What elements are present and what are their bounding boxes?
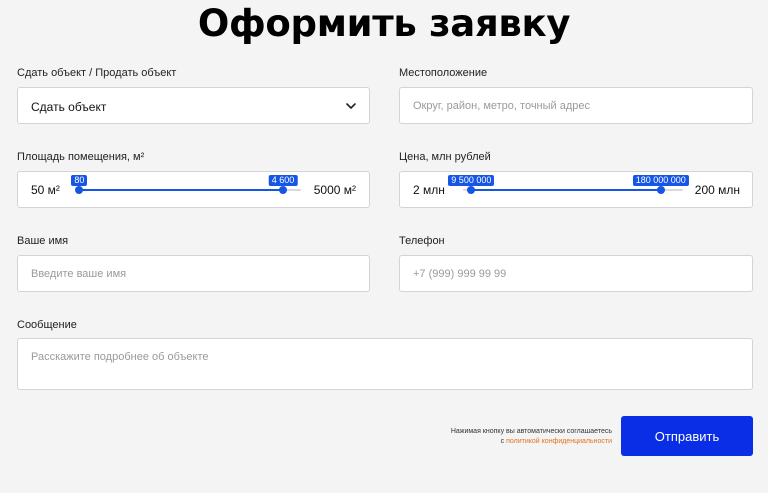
price-range: 2 млн 9 500 000 180 000 000 200 млн [399,171,753,208]
privacy-policy-link[interactable]: политикой конфиденциальности [506,438,612,445]
price-slider-track[interactable]: 9 500 000 180 000 000 [448,175,689,194]
phone-input[interactable] [400,256,752,291]
location-label: Местоположение [399,67,488,79]
price-slider-fill [471,189,661,191]
submit-button[interactable]: Отправить [621,416,753,456]
price-slider-handle-from[interactable] [467,186,476,194]
price-label: Цена, млн рублей [399,151,491,163]
consent-policy-line: с политикой конфиденциальности [451,437,612,447]
area-label: Площадь помещения, м² [17,151,145,163]
price-max-label: 200 млн [694,183,740,197]
phone-field [399,255,753,292]
price-to-tooltip: 180 000 000 [632,175,689,186]
request-form-page: Оформить заявку Сдать объект / Продать о… [0,0,768,493]
area-min-label: 50 м² [31,183,60,197]
area-to-tooltip: 4 600 [268,175,298,186]
area-slider-handle-to[interactable] [278,186,287,194]
price-slider-handle-to[interactable] [656,186,665,194]
location-field [399,87,753,124]
deal-type-value: Сдать объект [31,100,107,114]
name-field [17,255,370,292]
price-from-tooltip: 9 500 000 [448,175,495,186]
consent-prefix: с [500,438,505,445]
name-label: Ваше имя [17,235,69,247]
message-label: Сообщение [17,319,77,331]
area-from-tooltip: 80 [71,175,88,186]
consent-line: Нажимая кнопку вы автоматически соглашае… [450,428,612,435]
deal-type-label: Сдать объект / Продать объект [17,67,177,79]
location-input[interactable] [400,88,752,123]
area-slider-fill [79,189,283,191]
area-max-label: 5000 м² [313,183,356,197]
area-range: 50 м² 80 4 600 5000 м² [17,171,370,208]
deal-type-select[interactable]: Сдать объект [17,87,370,124]
price-min-label: 2 млн [413,183,445,197]
chevron-down-icon [346,103,356,109]
consent-text: Нажимая кнопку вы автоматически соглашае… [451,427,612,447]
name-input[interactable] [18,256,369,291]
area-slider-track[interactable]: 80 4 600 [71,175,301,194]
phone-label: Телефон [399,235,445,247]
message-textarea[interactable] [18,339,752,389]
message-field [17,338,753,390]
page-title: Оформить заявку [197,2,571,45]
area-slider-handle-from[interactable] [75,186,84,194]
